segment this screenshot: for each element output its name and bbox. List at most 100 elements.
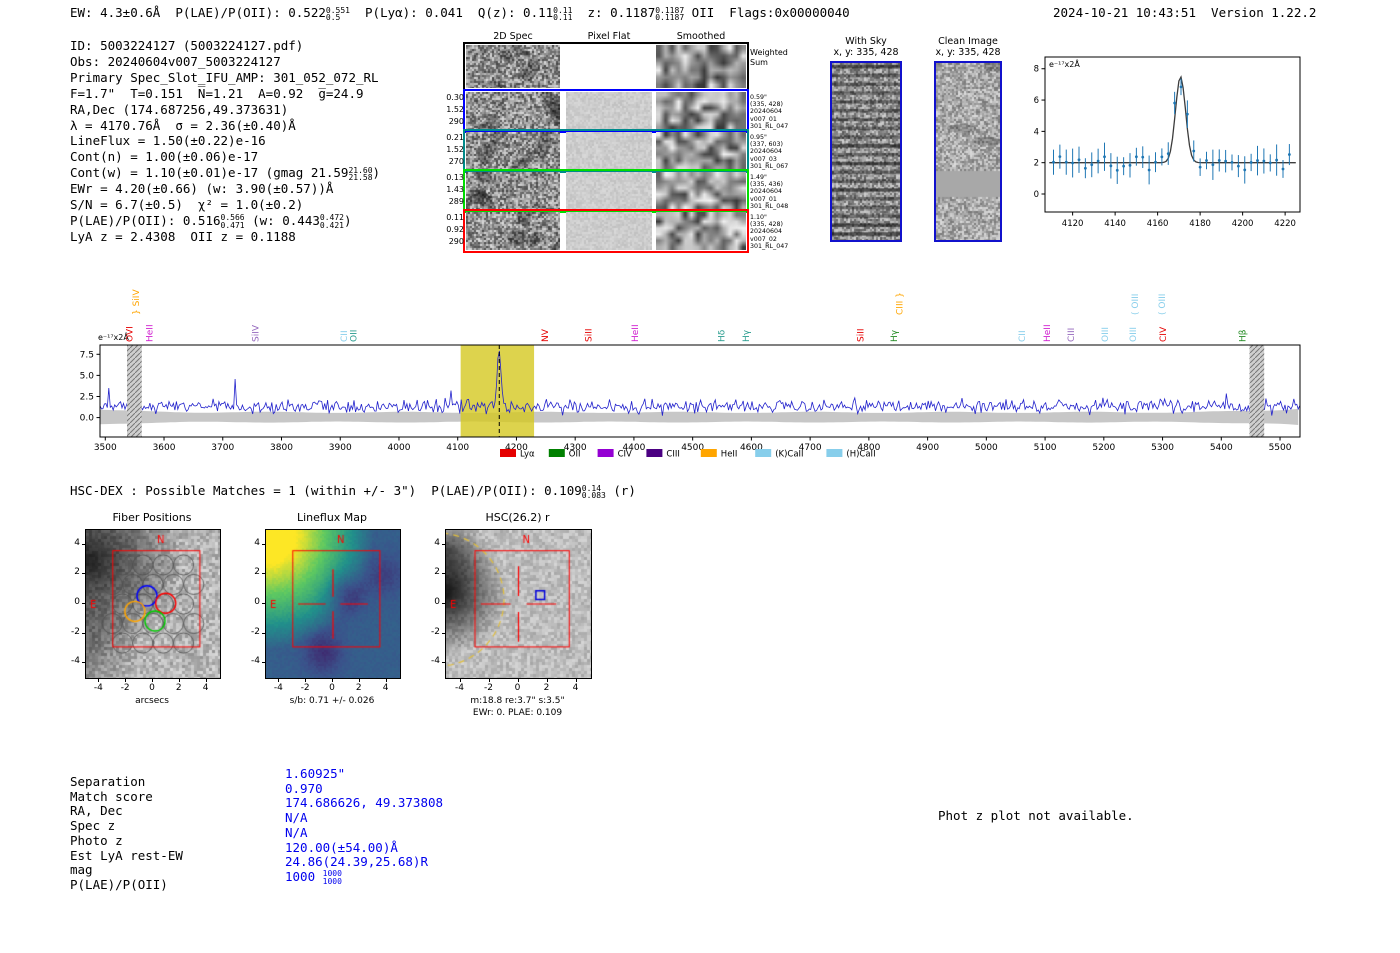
x-tick-label: 3500 <box>94 443 117 453</box>
text-run: RA,Dec (174.687256,49.373631) <box>70 101 289 117</box>
emission-line-label: } SiIV <box>132 289 142 315</box>
with-sky-image <box>830 61 902 242</box>
x-tick-label: 2 <box>175 683 182 693</box>
y-tick <box>82 573 85 575</box>
spec2d-right-label: v007_01 <box>750 115 777 123</box>
text-run: Primary Spec_Slot_IFU_AMP: 301_052_072_R… <box>70 69 379 85</box>
stacked-value: 1000 1000 <box>322 869 342 886</box>
hsc_cutout-xlabel: m:18.8 re:3.7" s:3.5" <box>470 696 565 706</box>
y-tick-label: 2 <box>434 567 440 578</box>
timestamp-version: 2024-10-21 10:43:51 Version 1.22.2 <box>1053 5 1317 20</box>
y-tick <box>82 662 85 664</box>
emission-line-label: OII <box>350 330 360 342</box>
legend-swatch <box>755 449 772 457</box>
spec2d-right-label: 0.59" <box>750 94 767 101</box>
y-tick-label: 2 <box>254 567 260 578</box>
spec2d-image <box>466 172 560 210</box>
pixel-flat-image <box>566 172 652 210</box>
data-point <box>1160 155 1164 159</box>
emission-line-label: CIV <box>1159 326 1169 342</box>
y-tick <box>442 573 445 575</box>
y-tick <box>262 543 265 545</box>
data-point <box>1281 167 1285 171</box>
elixer-report-page: EW: 4.3±0.6Å P(LAE)/P(OII): 0.522 0.551 0.… <box>0 0 1400 953</box>
text-run: 1.60925" <box>285 766 346 781</box>
data-point <box>1154 160 1157 164</box>
spec2d-right-label: (337, 603) <box>750 141 783 149</box>
text-run: S/N = 6.7(±0.5) χ² = 1.0(±0.2) <box>70 197 304 212</box>
x-tick <box>205 679 207 682</box>
spec2d-left-label: 0.92 <box>446 225 464 234</box>
y-tick <box>82 543 85 545</box>
spec2d-left-label: 0.13 <box>446 173 464 182</box>
emission-line-label: Hβ <box>1238 329 1248 342</box>
fiber_positions-title: Fiber Positions <box>112 511 192 524</box>
y-tick <box>442 632 445 634</box>
pixel-flat-image <box>566 92 652 130</box>
match-row-value: 0.970 <box>285 781 323 796</box>
y-tick-label: -2 <box>431 626 440 637</box>
spec2d-image <box>466 212 560 250</box>
spec2d-right-label: 301_RL_048 <box>750 202 789 210</box>
data-point <box>1128 163 1132 167</box>
x-tick-label: 4140 <box>1104 219 1126 229</box>
text-run: z: 0.1187 <box>572 5 656 20</box>
legend-swatch <box>500 449 516 457</box>
data-point <box>1249 161 1253 164</box>
match-row-label: Photo z <box>70 832 123 848</box>
spec2d-right-label: 1.49" <box>750 174 767 181</box>
info-line: P(LAE)/P(OII): 0.516 0.566 0.471 (w: 0.443… <box>70 213 352 229</box>
smoothed-image <box>656 45 746 88</box>
text-run: ID: 5003224127 (5003224127.pdf) <box>70 38 304 53</box>
text-run: EWr = 4.20(±0.66) (w: 3.90(±0.57))Å <box>70 181 334 197</box>
emission-line-label: SiII <box>585 328 595 342</box>
x-tick-label: 0 <box>149 683 155 693</box>
match-row-value: 174.686626, 49.373808 <box>285 795 443 810</box>
info-line: Obs: 20240604v007_5003224127 <box>70 54 281 70</box>
y-tick-label: 0 <box>1034 190 1039 200</box>
data-point <box>1262 159 1266 163</box>
x-tick-label: -4 <box>93 683 103 693</box>
spec2d-right-label: 20240604 <box>750 188 783 196</box>
with-sky-coords: x, y: 335, 428 <box>833 47 899 58</box>
x-tick <box>358 679 360 682</box>
data-point <box>1103 155 1106 159</box>
text-run: LineFlux = 1.50(±0.22)e-16 <box>70 133 266 149</box>
x-tick <box>459 679 461 682</box>
x-tick-label: 4180 <box>1189 219 1211 229</box>
info-line: LineFlux = 1.50(±0.22)e-16 <box>70 133 266 149</box>
data-point <box>1256 159 1259 162</box>
data-point <box>1090 163 1094 167</box>
spectrum-line <box>100 350 1300 416</box>
y-tick-label: 6 <box>1034 96 1039 106</box>
data-point <box>1211 163 1215 167</box>
data-point <box>1083 166 1087 170</box>
spec2d-right-label: 0.95" <box>750 134 767 141</box>
spec2d-left-label: 1.52 <box>446 145 464 154</box>
legend-swatch <box>826 449 843 457</box>
data-point <box>1115 168 1119 172</box>
match-row-value: N/A <box>285 810 308 825</box>
x-tick-label: 4100 <box>446 443 469 453</box>
data-point <box>1173 101 1177 105</box>
spec2d-left-label: 270 <box>448 157 464 166</box>
spec2d-image <box>466 45 560 88</box>
with-sky-title: With Sky <box>845 36 887 47</box>
masked-band-hatch <box>127 345 142 437</box>
fiber_positions-panel: Fiber Positions -4 -2 0 2 4 -4 -2 0 2 4 arcsecs <box>60 505 264 725</box>
spec2d-left-label: 0.11 <box>446 213 464 222</box>
y-tick-label: -4 <box>431 656 440 667</box>
data-point <box>1147 168 1151 172</box>
x-tick-label: -4 <box>273 683 283 693</box>
spec2d-right-label: 301_RL_047 <box>750 242 789 250</box>
stacked-value: 0.566 0.471 <box>220 213 245 230</box>
legend-swatch <box>548 449 565 457</box>
spec2d-left-label: 290 <box>448 117 464 126</box>
text-run: F=1.7" T=0.151 N̅=1.21 A=0.92 g̅=24.9 <box>70 85 364 101</box>
data-point <box>1077 158 1081 162</box>
legend-swatch <box>646 449 663 457</box>
match-table: Separation 1.60925" Match score 0.970 RA, De… <box>70 766 550 901</box>
hsc_cutout-title: HSC(26.2) r <box>485 511 550 524</box>
x-tick-label: -2 <box>484 683 493 693</box>
text-run: HSC-DEX : Possible Matches = 1 (within +… <box>70 483 582 498</box>
